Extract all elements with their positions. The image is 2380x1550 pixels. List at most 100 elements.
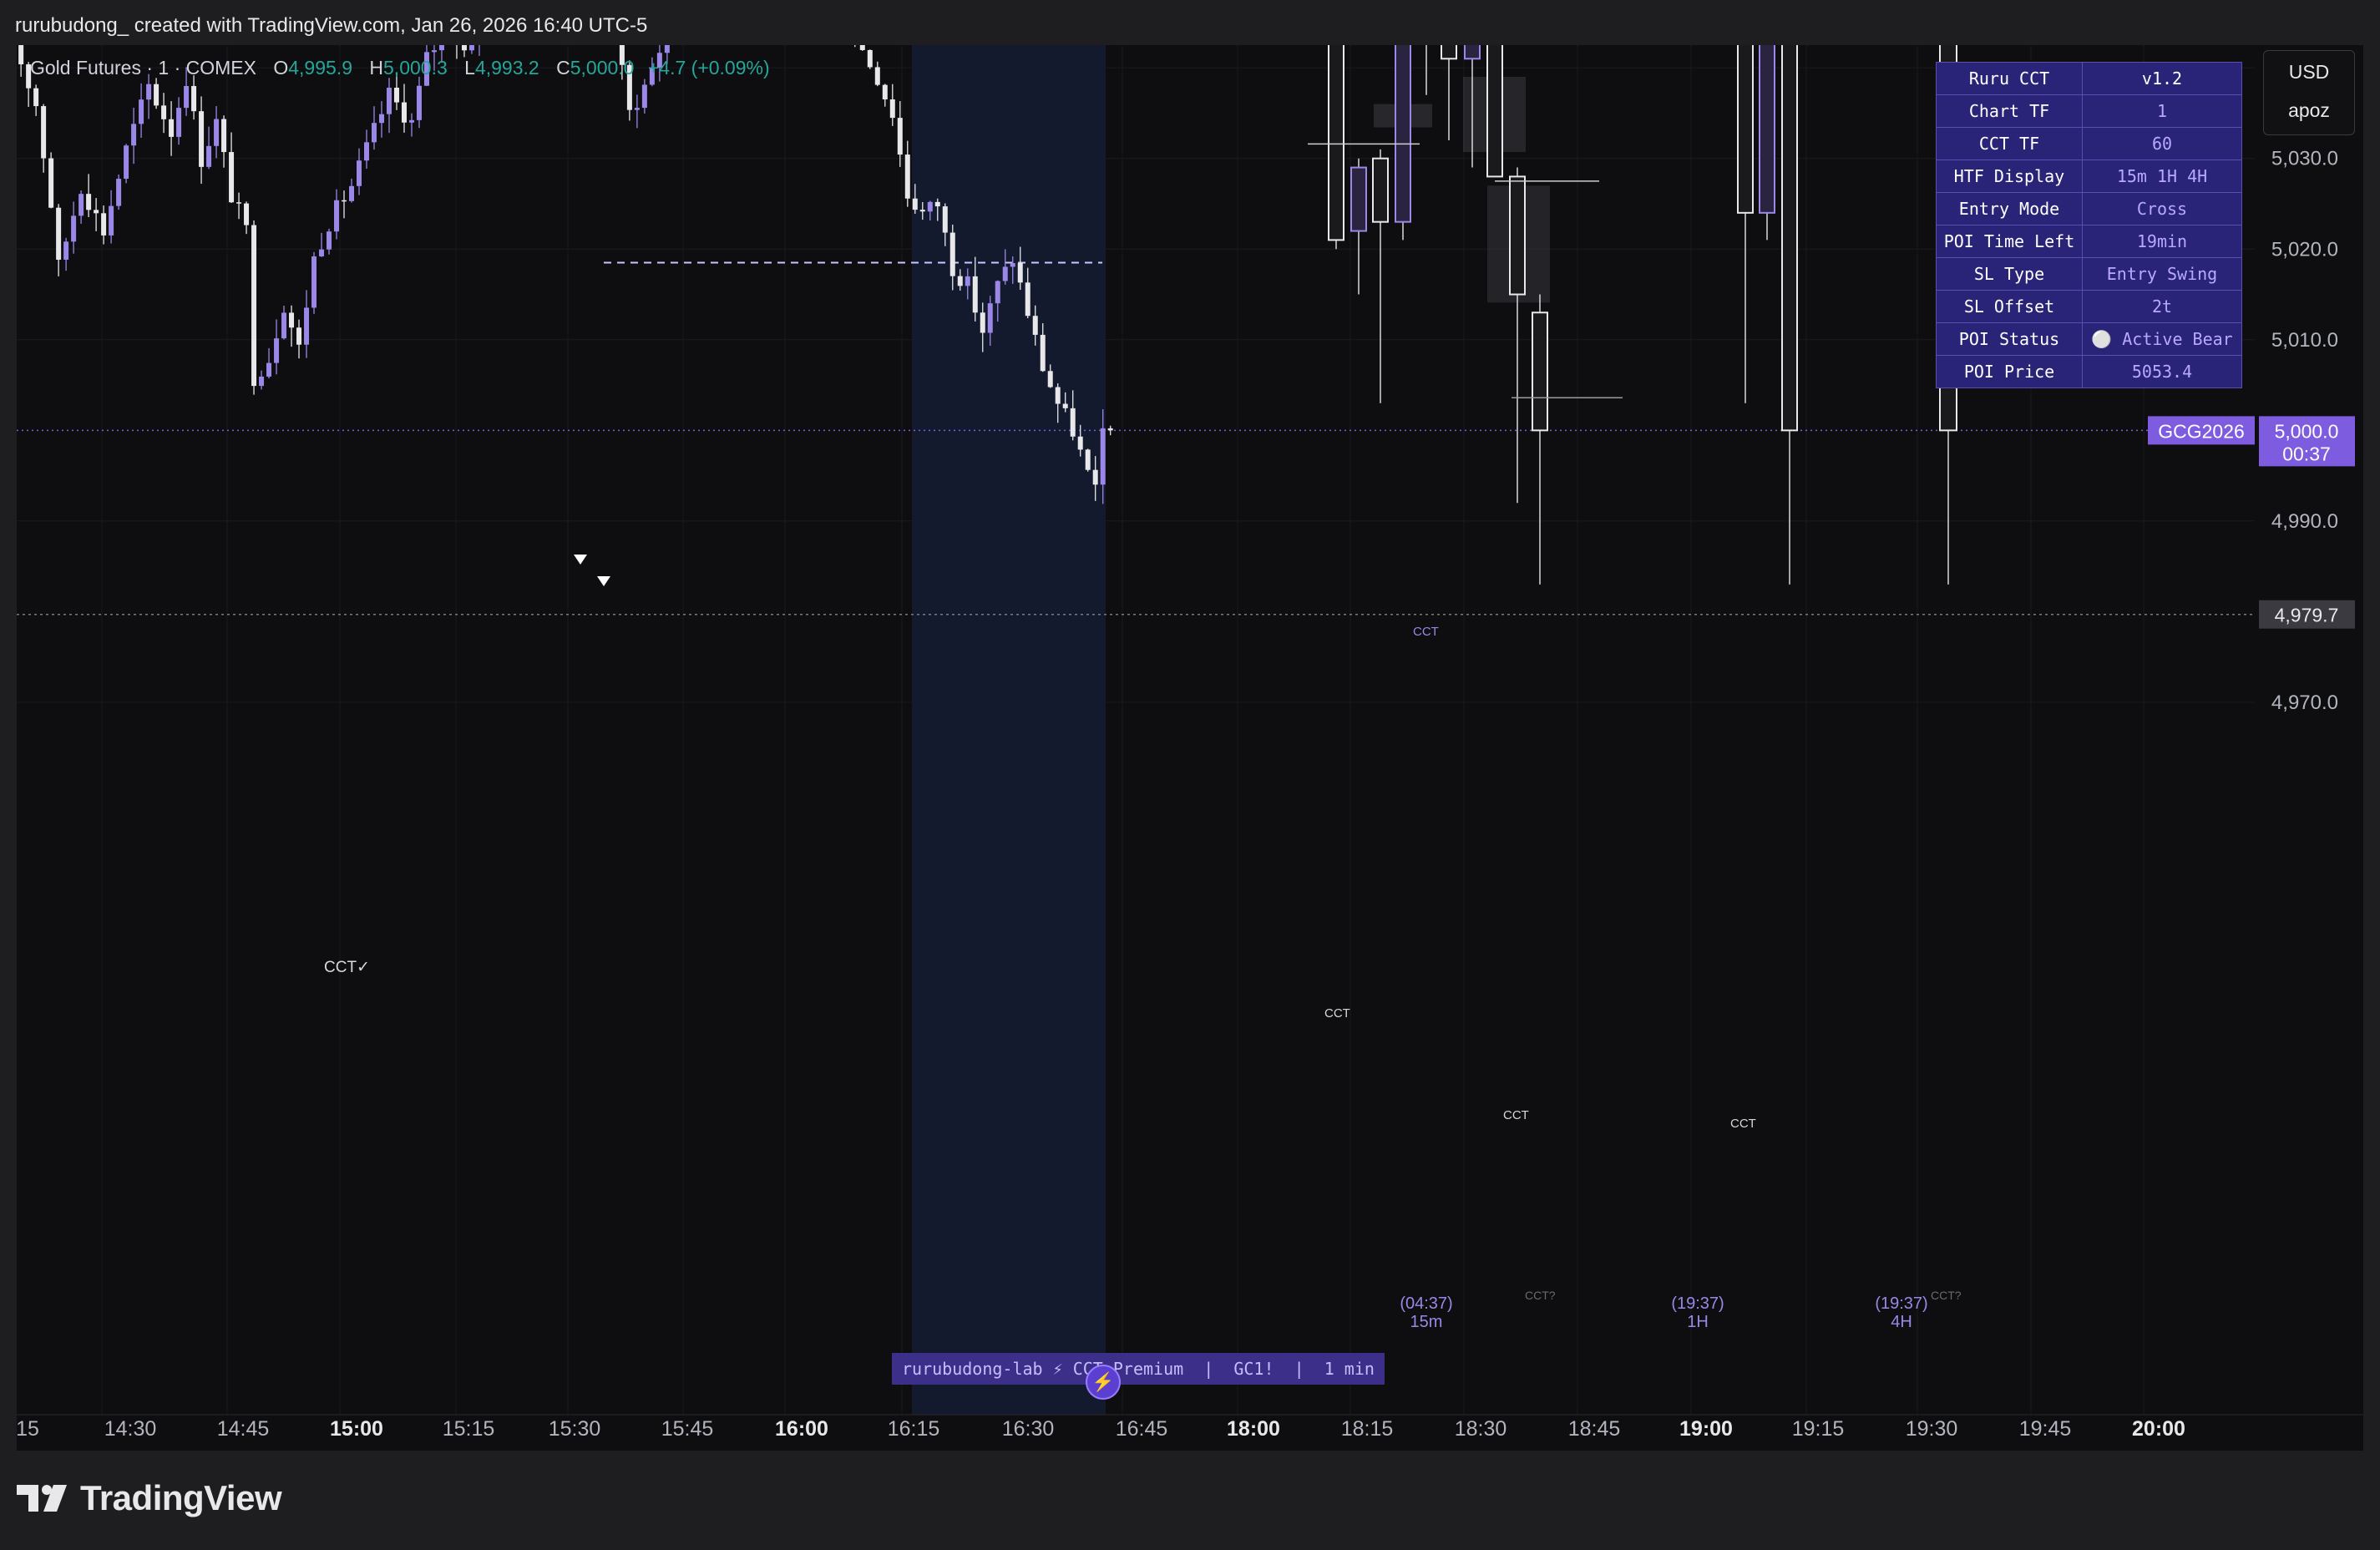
candle-body (949, 232, 955, 276)
candle-1m (161, 93, 167, 134)
htf-candle (1441, 45, 1457, 140)
candle-body (184, 86, 190, 109)
candle-body (169, 119, 175, 137)
htf-candle (1350, 158, 1367, 295)
candle-1m (109, 190, 114, 244)
candle-1m (281, 306, 287, 340)
candle-1m (416, 76, 422, 129)
candle-1m (86, 174, 92, 217)
candle-body (229, 152, 235, 203)
info-key: SL Type (1936, 257, 2083, 291)
htf-body (1486, 45, 1503, 178)
x-axis-tick-label: 16:30 (1002, 1417, 1055, 1441)
candle-1m (1107, 425, 1113, 436)
close-label: C (556, 57, 570, 79)
symbol-name[interactable]: Gold Futures · 1 · COMEX (30, 57, 256, 79)
candle-body (116, 179, 122, 206)
tradingview-logo[interactable]: TradingView (17, 1478, 282, 1518)
candle-1m (18, 45, 24, 77)
candle-body (71, 215, 77, 242)
info-row: POI Price 5053.4 (1936, 355, 2242, 388)
y-axis-tick-label: 4,990.0 (2271, 510, 2338, 533)
candle-1m (342, 190, 347, 219)
session-highlight (912, 45, 1106, 1415)
candle-body (236, 202, 242, 204)
candle-body (281, 312, 287, 339)
info-key: POI Time Left (1936, 225, 2083, 258)
htf-time-label: (19:37) (1671, 1294, 1724, 1313)
created-with-caption: rurubudong_ created with TradingView.com… (0, 0, 2380, 45)
candle-1m (334, 189, 340, 240)
x-axis-tick-label: 18:45 (1568, 1417, 1621, 1441)
info-row: SL Offset 2t (1936, 290, 2242, 323)
info-key: Ruru CCT (1936, 62, 2083, 95)
candle-1m (327, 228, 332, 255)
x-axis-tick-label: 15:15 (443, 1417, 495, 1441)
candle-1m (266, 347, 272, 379)
candle-body (904, 154, 910, 199)
candle-body (161, 105, 167, 119)
candle-body (889, 99, 895, 119)
candle-1m (634, 94, 640, 129)
info-value: 19min (2082, 225, 2242, 258)
candle-body (244, 203, 250, 225)
currency-label[interactable]: USD (2264, 51, 2354, 89)
htf-body (1441, 45, 1457, 60)
lightning-bolt-icon[interactable]: ⚡ (1086, 1365, 1121, 1400)
candle-body (363, 142, 369, 161)
candle-body (48, 158, 54, 208)
candle-1m (176, 97, 182, 145)
candle-1m (882, 84, 888, 107)
candle-body (131, 124, 137, 146)
info-row: SL Type Entry Swing (1936, 257, 2242, 291)
cct-pending-label: CCT? (1931, 1289, 1962, 1302)
candle-1m (94, 198, 99, 231)
candle-1m (191, 75, 197, 120)
cct-label: CCT (1324, 1006, 1350, 1021)
candle-body (1025, 282, 1030, 317)
htf-candle (1781, 45, 1798, 585)
x-axis-tick-label: 15:00 (330, 1417, 383, 1441)
candle-body (33, 88, 39, 107)
info-key: Chart TF (1936, 94, 2083, 128)
candle-1m (206, 126, 212, 170)
candle-body (1002, 266, 1008, 281)
info-key: HTF Display (1936, 160, 2083, 193)
candle-body (342, 200, 347, 202)
htf-candle (1737, 45, 1754, 403)
candle-1m (378, 101, 384, 138)
info-key: Entry Mode (1936, 192, 2083, 225)
htf-body (1781, 45, 1798, 432)
candle-body (987, 303, 993, 333)
x-axis-tick-label: 15:30 (549, 1417, 601, 1441)
low-price-label: 4,979.7 (2275, 605, 2339, 626)
candle-1m (461, 45, 467, 58)
candle-1m (71, 201, 77, 254)
htf-body (1395, 45, 1411, 223)
info-value: 60 (2082, 127, 2242, 160)
candle-body (371, 123, 377, 143)
currency-unit-box[interactable]: USD apoz (2263, 50, 2355, 135)
candle-body (408, 119, 414, 123)
candle-body (94, 210, 99, 214)
candle-body (897, 118, 903, 155)
htf-body (1509, 175, 1526, 296)
info-row: Ruru CCT v1.2 (1936, 62, 2242, 95)
htf-candle (1395, 45, 1411, 241)
account-label[interactable]: apoz (2264, 89, 2354, 128)
info-row: CCT TF 60 (1936, 127, 2242, 160)
change-value: +4.7 (+0.09%) (647, 57, 770, 79)
close-value: 5,000.0 (570, 57, 635, 79)
x-axis-tick-label: 20:00 (2132, 1417, 2185, 1441)
candle-body (965, 276, 970, 286)
candle-1m (401, 84, 407, 133)
candle-1m (199, 96, 205, 185)
candle-body (18, 45, 24, 65)
x-axis-tick-label: 16:15 (888, 1417, 940, 1441)
low-value: 4,993.2 (474, 57, 539, 79)
cct-label: CCT (1730, 1117, 1756, 1131)
candle-1m (641, 79, 647, 114)
x-axis-tick-label: 15 (17, 1417, 39, 1441)
candle-body (274, 338, 280, 363)
candle-1m (124, 144, 129, 184)
